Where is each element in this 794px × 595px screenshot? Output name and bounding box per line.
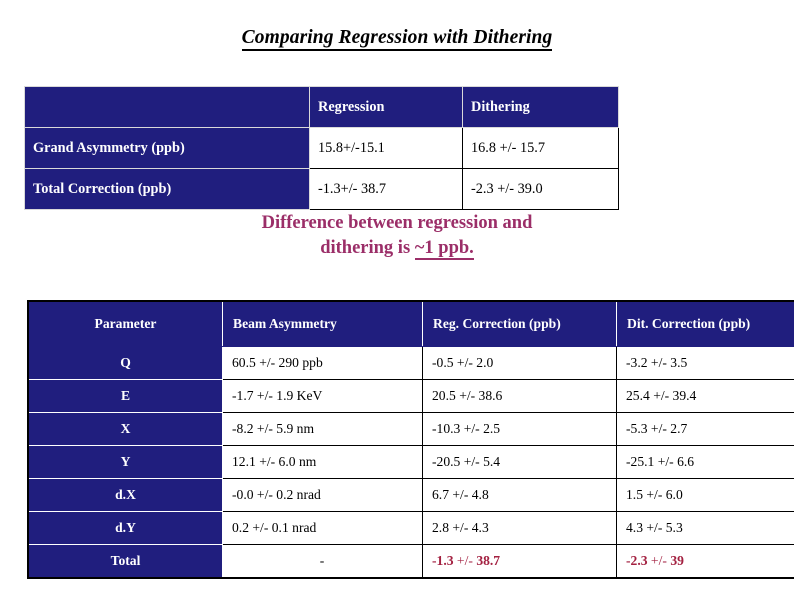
detail-dit-correction-dx: 1.5 +/- 6.0 bbox=[616, 478, 794, 512]
detail-parameter-e: E bbox=[27, 379, 223, 413]
difference-note-line2: dithering is ~1 ppb. bbox=[0, 236, 794, 261]
summary-cell-total-correction-dithering: -2.3 +/- 39.0 bbox=[462, 168, 619, 210]
difference-note-line1: Difference between regression and bbox=[261, 213, 533, 233]
detail-header-beam-asymmetry: Beam Asymmetry bbox=[222, 300, 423, 347]
difference-note-line2-prefix: dithering is bbox=[320, 238, 415, 259]
detail-reg-correction-dy: 2.8 +/- 4.3 bbox=[422, 511, 617, 545]
detail-reg-correction-total-sep: +/- bbox=[453, 553, 477, 568]
detail-dit-correction-q: -3.2 +/- 3.5 bbox=[616, 346, 794, 380]
detail-reg-correction-total-value: -1.3 bbox=[432, 553, 454, 568]
detail-reg-correction-e: 20.5 +/- 38.6 bbox=[422, 379, 617, 413]
detail-reg-correction-total: -1.3 +/- 38.7 bbox=[422, 544, 617, 579]
detail-beam-asymmetry-e: -1.7 +/- 1.9 KeV bbox=[222, 379, 423, 413]
detail-beam-asymmetry-total: - bbox=[222, 544, 423, 579]
table-row: Y 12.1 +/- 6.0 nm -20.5 +/- 5.4 -25.1 +/… bbox=[27, 445, 794, 479]
detail-dit-correction-y: -25.1 +/- 6.6 bbox=[616, 445, 794, 479]
table-row: Total Correction (ppb) -1.3+/- 38.7 -2.3… bbox=[24, 168, 619, 210]
detail-parameter-dy: d.Y bbox=[27, 511, 223, 545]
detail-dit-correction-e: 25.4 +/- 39.4 bbox=[616, 379, 794, 413]
detail-dit-correction-total: -2.3 +/- 39 bbox=[616, 544, 794, 579]
summary-cell-grand-asymmetry-dithering: 16.8 +/- 15.7 bbox=[462, 127, 619, 169]
table-row-header: Parameter Beam Asymmetry Reg. Correction… bbox=[27, 300, 794, 347]
detail-reg-correction-dx: 6.7 +/- 4.8 bbox=[422, 478, 617, 512]
detail-parameter-dx: d.X bbox=[27, 478, 223, 512]
difference-note: Difference between regression and dither… bbox=[0, 211, 794, 262]
detail-beam-asymmetry-y: 12.1 +/- 6.0 nm bbox=[222, 445, 423, 479]
detail-reg-correction-x: -10.3 +/- 2.5 bbox=[422, 412, 617, 446]
summary-header-dithering: Dithering bbox=[462, 86, 619, 128]
summary-header-empty bbox=[24, 86, 310, 128]
detail-header-dit-correction: Dit. Correction (ppb) bbox=[616, 300, 794, 347]
detail-dit-correction-total-value: -2.3 bbox=[626, 553, 648, 568]
table-row-total: Total - -1.3 +/- 38.7 -2.3 +/- 39 bbox=[27, 544, 794, 579]
detail-header-reg-correction: Reg. Correction (ppb) bbox=[422, 300, 617, 347]
detail-reg-correction-total-error: 38.7 bbox=[476, 553, 501, 568]
summary-table: Regression Dithering Grand Asymmetry (pp… bbox=[24, 86, 619, 210]
page-title-text: Comparing Regression with Dithering bbox=[241, 27, 553, 51]
table-row: d.Y 0.2 +/- 0.1 nrad 2.8 +/- 4.3 4.3 +/-… bbox=[27, 511, 794, 545]
table-row: d.X -0.0 +/- 0.2 nrad 6.7 +/- 4.8 1.5 +/… bbox=[27, 478, 794, 512]
detail-table: Parameter Beam Asymmetry Reg. Correction… bbox=[27, 300, 794, 579]
table-row: Grand Asymmetry (ppb) 15.8+/-15.1 16.8 +… bbox=[24, 127, 619, 169]
page-title: Comparing Regression with Dithering bbox=[0, 27, 794, 51]
detail-dit-correction-x: -5.3 +/- 2.7 bbox=[616, 412, 794, 446]
detail-beam-asymmetry-q: 60.5 +/- 290 ppb bbox=[222, 346, 423, 380]
difference-note-value: ~1 ppb. bbox=[414, 238, 474, 261]
detail-dit-correction-total-error: 39 bbox=[670, 553, 684, 568]
detail-reg-correction-q: -0.5 +/- 2.0 bbox=[422, 346, 617, 380]
detail-beam-asymmetry-x: -8.2 +/- 5.9 nm bbox=[222, 412, 423, 446]
detail-parameter-total: Total bbox=[27, 544, 223, 579]
table-row-header: Regression Dithering bbox=[24, 86, 619, 128]
table-row: X -8.2 +/- 5.9 nm -10.3 +/- 2.5 -5.3 +/-… bbox=[27, 412, 794, 446]
table-row: E -1.7 +/- 1.9 KeV 20.5 +/- 38.6 25.4 +/… bbox=[27, 379, 794, 413]
table-row: Q 60.5 +/- 290 ppb -0.5 +/- 2.0 -3.2 +/-… bbox=[27, 346, 794, 380]
summary-row-label-total-correction: Total Correction (ppb) bbox=[24, 168, 310, 210]
summary-row-label-grand-asymmetry: Grand Asymmetry (ppb) bbox=[24, 127, 310, 169]
detail-parameter-x: X bbox=[27, 412, 223, 446]
detail-beam-asymmetry-dx: -0.0 +/- 0.2 nrad bbox=[222, 478, 423, 512]
summary-cell-total-correction-regression: -1.3+/- 38.7 bbox=[309, 168, 463, 210]
detail-header-parameter: Parameter bbox=[27, 300, 223, 347]
detail-beam-asymmetry-dy: 0.2 +/- 0.1 nrad bbox=[222, 511, 423, 545]
summary-cell-grand-asymmetry-regression: 15.8+/-15.1 bbox=[309, 127, 463, 169]
detail-parameter-y: Y bbox=[27, 445, 223, 479]
summary-header-regression: Regression bbox=[309, 86, 463, 128]
detail-dit-correction-dy: 4.3 +/- 5.3 bbox=[616, 511, 794, 545]
detail-reg-correction-y: -20.5 +/- 5.4 bbox=[422, 445, 617, 479]
detail-dit-correction-total-sep: +/- bbox=[647, 553, 671, 568]
detail-parameter-q: Q bbox=[27, 346, 223, 380]
